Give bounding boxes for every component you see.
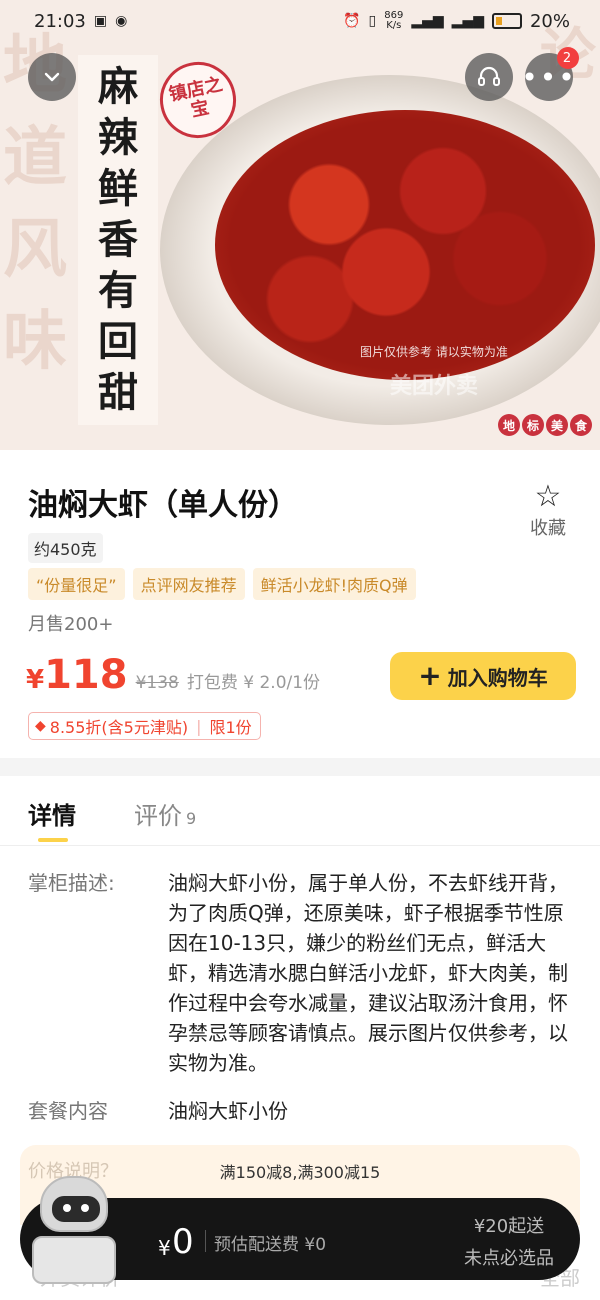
brand-watermark: 美团外卖 xyxy=(390,374,479,399)
cart-currency: ¥ xyxy=(158,1236,171,1260)
product-tag: “份量很足” xyxy=(28,568,125,600)
battery-icon xyxy=(491,13,522,29)
cart-mascot-icon[interactable] xyxy=(24,1176,124,1286)
landmark-food-badge: 地 标 美 食 xyxy=(498,414,592,436)
price: 118 xyxy=(44,652,128,698)
notification-icon: ▣ xyxy=(93,13,108,29)
slogan-char: 鲜 xyxy=(98,164,138,212)
original-price: ¥138 xyxy=(135,673,179,693)
tab-reviews[interactable]: 评价 9 xyxy=(134,796,196,831)
eye-icon: ◉ xyxy=(115,13,128,29)
required-items-notice[interactable]: 未点必选品 xyxy=(454,1244,564,1270)
cart-total: 0 xyxy=(172,1222,194,1262)
minimum-order: ¥20起送 xyxy=(473,1216,545,1237)
mascot-eye xyxy=(63,1204,71,1212)
slogan-char: 有 xyxy=(98,267,138,315)
headset-icon xyxy=(478,66,500,86)
crayfish-illustration xyxy=(215,110,595,380)
package-row: 套餐内容 油焖大虾小份 xyxy=(28,1096,576,1126)
description-text: 油焖大虾小份，属于单人份，不去虾线开背，为了肉质Q弹，还原美味，虾子根据季节性原… xyxy=(168,871,568,1075)
price-row: ¥ 118 ¥138 打包费 ¥ 2.0/1份 xyxy=(26,652,320,698)
details-section: 掌柜描述: 油焖大虾小份，属于单人份，不去虾线开背，为了肉质Q弹，还原美味，虾子… xyxy=(28,868,576,1144)
notification-badge: 2 xyxy=(557,47,579,69)
badge-char: 地 xyxy=(498,414,520,436)
mascot-eye xyxy=(81,1204,89,1212)
product-tag: 点评网友推荐 xyxy=(132,568,245,600)
tab-details[interactable]: 详情 xyxy=(28,796,76,831)
package-value: 油焖大虾小份 xyxy=(168,1099,288,1123)
mascot-head xyxy=(40,1176,108,1232)
add-to-cart-button[interactable]: + 加入购物车 xyxy=(390,652,576,700)
more-button[interactable]: ••• 2 xyxy=(521,47,579,101)
signal-icon-2: ▂▄▆ xyxy=(451,13,484,29)
purchase-limit: 限1份 xyxy=(209,718,252,737)
active-tab-indicator xyxy=(38,838,68,842)
add-to-cart-label: 加入购物车 xyxy=(447,665,548,690)
product-tag: 鲜活小龙虾!肉质Q弹 xyxy=(252,568,416,600)
weight-badge: 约450克 xyxy=(28,533,103,563)
hero-slogan: 麻 辣 鲜 香 有 回 甜 xyxy=(78,55,158,425)
description-label: 掌柜描述: xyxy=(28,871,115,895)
customer-service-button[interactable] xyxy=(465,53,513,101)
packing-fee: 打包费 ¥ 2.0/1份 xyxy=(186,673,321,693)
badge-char: 食 xyxy=(570,414,592,436)
delivery-fee: 预估配送费 ¥0 xyxy=(214,1235,327,1255)
slogan-char: 麻 xyxy=(98,62,138,110)
monthly-sales: 月售200+ xyxy=(28,614,114,635)
description-row: 掌柜描述: 油焖大虾小份，属于单人份，不去虾线开背，为了肉质Q弹，还原美味，虾子… xyxy=(28,868,576,1078)
discount-badge: ◆ 8.55折(含5元津贴) | 限1份 xyxy=(28,712,261,740)
currency-symbol: ¥ xyxy=(26,665,45,695)
slogan-char: 回 xyxy=(98,318,138,366)
reviews-count: 9 xyxy=(186,809,197,828)
badge-char: 美 xyxy=(546,414,568,436)
product-info: 油焖大虾（单人份） ☆ 收藏 约450克 “份量很足” 点评网友推荐 鲜活小龙虾… xyxy=(0,450,600,758)
detail-tabs: 详情 评价 9 xyxy=(0,776,600,846)
slogan-char: 香 xyxy=(98,215,138,263)
section-divider xyxy=(0,758,600,776)
tab-reviews-label: 评价 xyxy=(134,802,182,830)
slogan-char: 辣 xyxy=(98,113,138,161)
discount-divider: | xyxy=(196,716,202,736)
mascot-face xyxy=(52,1196,100,1222)
product-title: 油焖大虾（单人份） xyxy=(28,488,298,523)
image-disclaimer-watermark: 图片仅供参考 请以实物为准 xyxy=(360,345,508,359)
favorite-label: 收藏 xyxy=(530,518,566,539)
tag-icon: ◆ xyxy=(35,718,46,734)
badge-char: 标 xyxy=(522,414,544,436)
net-speed-unit: K/s xyxy=(386,20,402,31)
chevron-down-icon xyxy=(44,72,60,82)
package-label: 套餐内容 xyxy=(28,1099,108,1123)
discount-text: 8.55折(含5元津贴) xyxy=(49,718,189,737)
favorite-button[interactable]: ☆ 收藏 xyxy=(522,480,574,540)
net-speed: 869 K/s xyxy=(384,11,403,31)
vibrate-icon: ▯ xyxy=(368,13,377,29)
slogan-char: 甜 xyxy=(98,369,138,417)
collapse-button[interactable] xyxy=(28,53,76,101)
signal-icon: ▂▄▆ xyxy=(411,13,444,29)
cart-divider xyxy=(205,1230,206,1252)
plus-icon: + xyxy=(418,659,442,692)
product-tags: “份量很足” 点评网友推荐 鲜活小龙虾!肉质Q弹 xyxy=(28,568,416,600)
star-icon: ☆ xyxy=(534,479,562,514)
alarm-icon: ⏰ xyxy=(343,13,361,29)
status-bar: 21:03 ▣ ◉ ⏰ ▯ 869 K/s ▂▄▆ ▂▄▆ 20% xyxy=(0,0,600,42)
battery-level: 20% xyxy=(529,10,570,32)
mascot-body xyxy=(32,1236,116,1284)
status-time: 21:03 xyxy=(34,10,86,32)
